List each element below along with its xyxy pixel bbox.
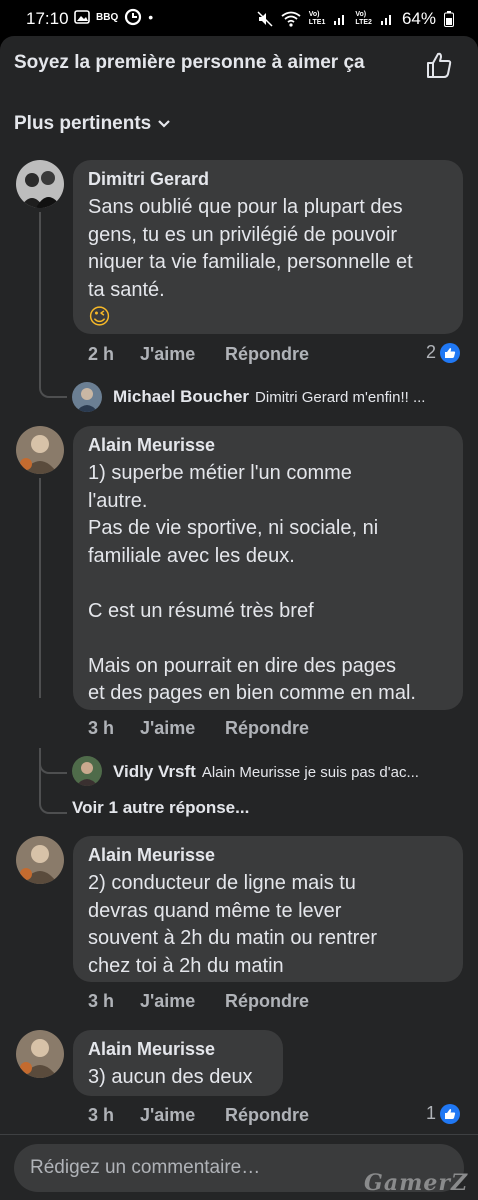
comment-time: 2 h [88, 344, 115, 364]
avatar[interactable] [72, 382, 102, 412]
signal-2-icon: Vo) LTE2 [355, 11, 372, 26]
like-reaction-icon [440, 1103, 461, 1124]
reply-button[interactable]: Répondre [225, 1105, 309, 1126]
comment-actions: 3 h J'aime Répondre [88, 718, 309, 739]
comment-author[interactable]: Alain Meurisse [88, 1039, 269, 1060]
avatar[interactable] [16, 160, 64, 208]
reply-button[interactable]: Répondre [225, 344, 309, 365]
sort-label: Plus pertinents [14, 113, 152, 134]
reply-author[interactable]: Michael Boucher [113, 387, 249, 406]
comment-author[interactable]: Dimitri Gerard [88, 169, 449, 190]
comment-bubble[interactable]: Alain Meurisse 1) superbe métier l'un co… [73, 426, 463, 710]
reply-preview[interactable]: Vidly Vrsft Alain Meurisse je suis pas d'… [113, 762, 419, 782]
comment-text: 2) conducteur de ligne mais tu devras qu… [88, 872, 378, 977]
thread-line [39, 212, 41, 382]
sort-dropdown[interactable]: Plus pertinents [14, 113, 171, 135]
thumbs-up-icon[interactable] [424, 50, 454, 80]
like-button[interactable]: J'aime [140, 1105, 225, 1126]
comment-time: 3 h [88, 1105, 115, 1125]
battery-percent: 64% [401, 9, 436, 28]
comment-text: 1) superbe métier l'un comme l'autre. Pa… [88, 462, 416, 704]
status-bar: 17:10 BBQ • Vo) LTE1 Vo) LTE2 64% [0, 0, 478, 36]
avatar[interactable] [16, 836, 64, 884]
comment-author[interactable]: Alain Meurisse [88, 845, 449, 866]
comment-author[interactable]: Alain Meurisse [88, 435, 449, 456]
thread-connector [39, 752, 67, 774]
comment-text: 3) aucun des deux [88, 1066, 253, 1088]
comment-actions: 3 h J'aime Répondre [88, 1105, 309, 1126]
watermark-logo: GamerZ [364, 1170, 468, 1196]
comment-time: 3 h [88, 718, 115, 738]
signal-bars-2-icon [380, 15, 391, 25]
comment-bubble[interactable]: Alain Meurisse 2) conducteur de ligne ma… [73, 836, 463, 982]
like-button[interactable]: J'aime [140, 344, 225, 365]
status-time: 17:10 [26, 9, 69, 28]
gallery-icon [74, 10, 90, 24]
like-button[interactable]: J'aime [140, 718, 225, 739]
mute-icon [257, 11, 273, 27]
thread-connector [39, 792, 67, 814]
comment-bubble[interactable]: Dimitri Gerard Sans oublié que pour la p… [73, 160, 463, 334]
avatar[interactable] [16, 426, 64, 474]
reply-snippet: Dimitri Gerard m'enfin!! ... [255, 389, 426, 406]
signal-bars-1-icon [334, 15, 345, 25]
like-reaction-icon [440, 342, 461, 363]
avatar[interactable] [72, 756, 102, 786]
likes-prompt: Soyez la première personne à aimer ça [14, 52, 365, 73]
battery-icon [444, 11, 454, 27]
comments-sheet: Soyez la première personne à aimer ça Pl… [0, 36, 478, 1200]
comment-time: 3 h [88, 991, 115, 1011]
avatar[interactable] [16, 1030, 64, 1078]
reply-preview[interactable]: Michael Boucher Dimitri Gerard m'enfin!! … [113, 387, 425, 407]
reaction-count[interactable]: 1 [426, 1103, 461, 1124]
divider [0, 1134, 478, 1135]
comment-actions: 2 h J'aime Répondre [88, 344, 309, 365]
bbq-icon: BBQ [96, 11, 119, 23]
notification-dot-icon: • [148, 9, 154, 25]
reply-button[interactable]: Répondre [225, 718, 309, 739]
reply-author[interactable]: Vidly Vrsft [113, 762, 196, 781]
reaction-count[interactable]: 2 [426, 342, 461, 363]
comment-actions: 3 h J'aime Répondre [88, 991, 309, 1012]
wink-emoji: 😉 [88, 305, 111, 330]
signal-1-icon: Vo) LTE1 [308, 11, 326, 26]
like-button[interactable]: J'aime [140, 991, 225, 1012]
reply-button[interactable]: Répondre [225, 991, 309, 1012]
wifi-icon [281, 11, 301, 27]
chevron-down-icon [158, 120, 171, 128]
comment-bubble[interactable]: Alain Meurisse 3) aucun des deux [73, 1030, 283, 1096]
comment-text: Sans oublié que pour la plupart des gens… [88, 196, 413, 301]
thread-connector [39, 376, 67, 398]
reply-snippet: Alain Meurisse je suis pas d'ac... [201, 764, 419, 781]
thread-line [39, 478, 41, 698]
see-more-replies-link[interactable]: Voir 1 autre réponse... [72, 798, 249, 818]
sync-icon [125, 8, 142, 26]
